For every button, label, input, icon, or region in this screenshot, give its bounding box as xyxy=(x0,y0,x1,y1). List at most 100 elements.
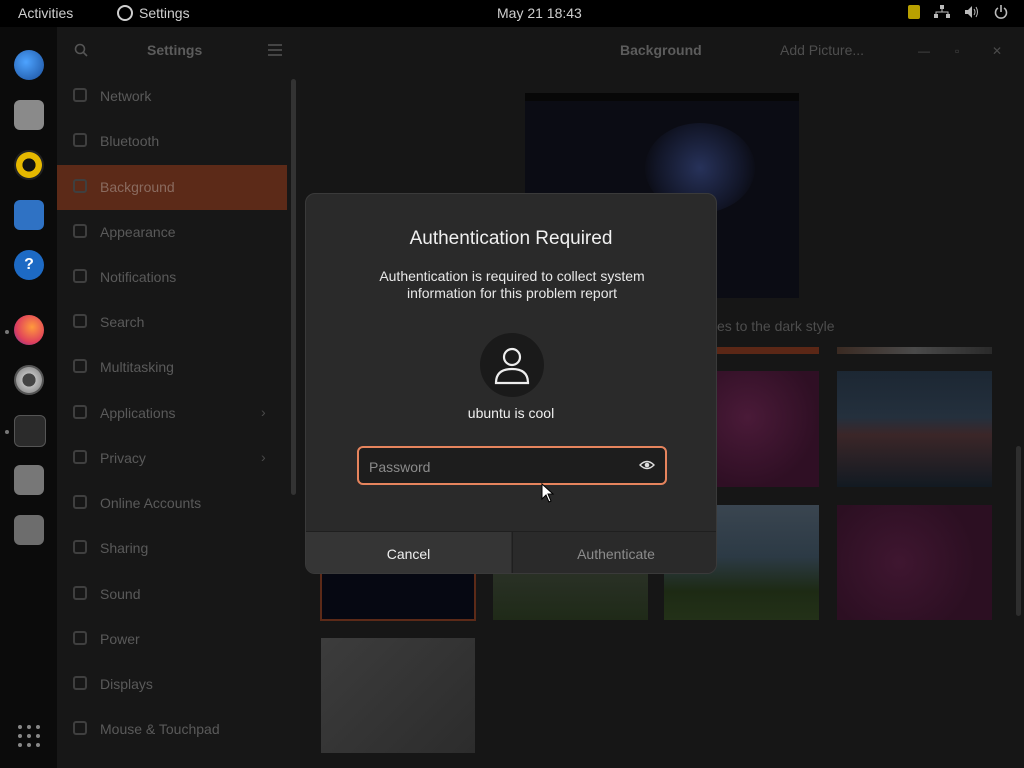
sidebar-item-label: Network xyxy=(100,88,152,104)
minimize-icon[interactable]: — xyxy=(918,44,930,58)
wallpaper-thumbnail[interactable] xyxy=(837,371,992,487)
display-icon xyxy=(73,676,87,690)
activities-button[interactable]: Activities xyxy=(18,5,73,21)
add-picture-button[interactable]: Add Picture... xyxy=(780,42,864,58)
mouse-icon xyxy=(73,721,87,735)
dark-style-note: es to the dark style xyxy=(717,318,835,334)
authentication-dialog: Authentication Required Authentication i… xyxy=(305,193,717,574)
sidebar-item-online-accounts[interactable]: Online Accounts xyxy=(57,481,287,526)
background-icon xyxy=(73,179,87,193)
sidebar-item-label: Background xyxy=(100,179,175,195)
dialog-message: Authentication is required to collect sy… xyxy=(379,268,645,301)
sidebar-item-appearance[interactable]: Appearance xyxy=(57,210,287,255)
dock: ? xyxy=(0,27,57,768)
sidebar-header: Settings xyxy=(57,27,300,73)
writer-icon[interactable] xyxy=(14,200,44,230)
settings-sidebar: Settings Network Bluetooth Background Ap… xyxy=(57,27,300,768)
firefox-icon[interactable] xyxy=(14,315,44,345)
sidebar-item-search[interactable]: Search xyxy=(57,300,287,345)
show-apps-icon[interactable] xyxy=(18,725,40,747)
bluetooth-icon xyxy=(73,133,87,147)
search-icon[interactable] xyxy=(74,43,88,57)
multitasking-icon xyxy=(73,359,87,373)
cancel-button[interactable]: Cancel xyxy=(306,532,511,573)
maximize-icon[interactable]: ▫ xyxy=(955,44,959,58)
save-disk-icon[interactable] xyxy=(14,465,44,495)
sidebar-item-label: Notifications xyxy=(100,269,177,285)
clipboard-indicator-icon[interactable] xyxy=(908,5,920,19)
hamburger-menu-icon[interactable] xyxy=(268,44,282,56)
running-indicator xyxy=(5,330,9,334)
username: ubuntu is cool xyxy=(467,405,555,421)
help-icon[interactable]: ? xyxy=(14,250,44,280)
sidebar-item-privacy[interactable]: Privacy › xyxy=(57,436,287,481)
wallpaper-thumbnail-selected[interactable] xyxy=(320,571,476,621)
network-icon xyxy=(73,88,87,102)
sidebar-item-background[interactable]: Background xyxy=(57,165,287,210)
wallpaper-thumbnail[interactable] xyxy=(321,638,475,753)
sidebar-item-multitasking[interactable]: Multitasking xyxy=(57,345,287,390)
volume-icon[interactable] xyxy=(964,5,980,19)
bell-icon xyxy=(73,269,87,283)
settings-icon[interactable] xyxy=(14,365,44,395)
sidebar-item-label: Applications xyxy=(100,405,176,421)
dialog-buttons: Cancel Authenticate xyxy=(306,531,716,573)
sidebar-item-label: Mouse & Touchpad xyxy=(100,721,220,737)
network-icon[interactable] xyxy=(934,5,950,19)
sidebar-item-label: Multitasking xyxy=(100,359,174,375)
sidebar-item-network[interactable]: Network xyxy=(57,74,287,119)
lock-icon xyxy=(73,450,87,464)
power-icon xyxy=(73,631,87,645)
sidebar-item-sharing[interactable]: Sharing xyxy=(57,526,287,571)
sidebar-title: Settings xyxy=(147,42,203,58)
sidebar-item-label: Power xyxy=(100,631,140,647)
cloud-icon xyxy=(73,495,87,509)
sidebar-item-power[interactable]: Power xyxy=(57,617,287,662)
eye-icon[interactable] xyxy=(639,457,655,473)
wallpaper-thumbnail[interactable] xyxy=(837,347,992,354)
authenticate-button[interactable]: Authenticate xyxy=(512,532,716,573)
chevron-right-icon: › xyxy=(261,449,266,465)
sidebar-item-bluetooth[interactable]: Bluetooth xyxy=(57,119,287,164)
system-tray[interactable] xyxy=(908,5,1008,19)
close-icon[interactable]: ✕ xyxy=(992,44,1002,58)
wallpaper-thumbnail[interactable] xyxy=(837,505,992,620)
sidebar-item-label: Online Accounts xyxy=(100,495,202,511)
password-field[interactable] xyxy=(357,446,667,485)
sidebar-item-label: Displays xyxy=(100,676,153,692)
page-title: Background xyxy=(620,42,702,58)
wallpaper-thumbnail[interactable] xyxy=(717,371,819,487)
sidebar-item-label: Appearance xyxy=(100,224,176,240)
apps-icon xyxy=(73,405,87,419)
terminal-icon[interactable] xyxy=(14,415,46,447)
chevron-right-icon: › xyxy=(261,404,266,420)
sidebar-item-mouse-touchpad[interactable]: Mouse & Touchpad xyxy=(57,707,287,752)
avatar xyxy=(480,333,544,397)
wallpaper-thumbnail[interactable] xyxy=(493,571,648,620)
running-indicator xyxy=(5,430,9,434)
music-note-icon xyxy=(73,586,87,600)
sidebar-item-applications[interactable]: Applications › xyxy=(57,391,287,436)
power-icon[interactable] xyxy=(994,5,1008,19)
search-icon xyxy=(73,314,87,328)
sidebar-item-notifications[interactable]: Notifications xyxy=(57,255,287,300)
app-name: Settings xyxy=(139,5,190,21)
password-input[interactable] xyxy=(367,454,631,480)
main-scrollbar[interactable] xyxy=(1016,446,1021,616)
files-icon[interactable] xyxy=(14,100,44,130)
trash-icon[interactable] xyxy=(14,515,44,545)
share-icon xyxy=(73,540,87,554)
sidebar-scrollbar[interactable] xyxy=(291,79,296,495)
sidebar-item-label: Search xyxy=(100,314,145,330)
dialog-title: Authentication Required xyxy=(409,228,613,249)
user-icon xyxy=(494,347,530,385)
wallpaper-thumbnail[interactable] xyxy=(717,347,819,354)
clock[interactable]: May 21 18:43 xyxy=(497,5,582,21)
rhythmbox-icon[interactable] xyxy=(14,150,44,180)
app-menu[interactable]: Settings xyxy=(117,5,190,21)
sidebar-item-label: Privacy xyxy=(100,450,146,466)
appearance-icon xyxy=(73,224,87,238)
thunderbird-icon[interactable] xyxy=(14,50,44,80)
sidebar-item-sound[interactable]: Sound xyxy=(57,572,287,617)
sidebar-item-displays[interactable]: Displays xyxy=(57,662,287,707)
